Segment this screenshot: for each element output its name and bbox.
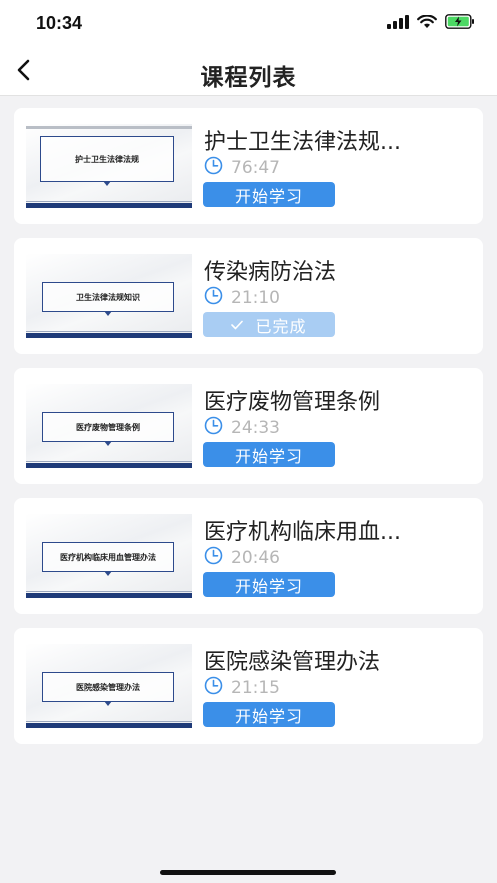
course-card[interactable]: 医疗废物管理条例 医疗废物管理条例 24:33 开始学习 bbox=[14, 368, 483, 484]
home-indicator[interactable] bbox=[160, 870, 336, 875]
course-thumbnail: 医疗废物管理条例 bbox=[26, 384, 192, 468]
clock-icon bbox=[204, 156, 223, 180]
thumbnail-title: 医疗机构临床用血管理办法 bbox=[42, 542, 174, 576]
duration-text: 20:46 bbox=[231, 548, 280, 568]
clock-icon bbox=[204, 676, 223, 700]
course-card[interactable]: 医疗机构临床用血管理办法 医疗机构临床用血... 20:46 开始学习 bbox=[14, 498, 483, 614]
course-title: 医疗废物管理条例 bbox=[204, 390, 381, 415]
wifi-icon bbox=[417, 14, 437, 33]
navigation-bar: 课程列表 bbox=[0, 50, 497, 96]
thumbnail-title: 医疗废物管理条例 bbox=[42, 412, 174, 446]
course-title: 医院感染管理办法 bbox=[204, 650, 381, 675]
page-title: 课程列表 bbox=[200, 65, 297, 91]
course-duration: 76:47 bbox=[204, 156, 280, 180]
checkmark-icon bbox=[231, 320, 244, 330]
course-title: 传染病防治法 bbox=[204, 260, 337, 285]
duration-text: 76:47 bbox=[231, 158, 280, 178]
status-time: 10:34 bbox=[36, 13, 83, 33]
start-learning-button[interactable]: 开始学习 bbox=[203, 182, 335, 207]
start-learning-button[interactable]: 开始学习 bbox=[203, 572, 335, 597]
course-thumbnail: 卫生法律法规知识 bbox=[26, 254, 192, 338]
start-learning-button[interactable]: 开始学习 bbox=[203, 702, 335, 727]
clock-icon bbox=[204, 286, 223, 310]
clock-icon bbox=[204, 416, 223, 440]
course-card[interactable]: 卫生法律法规知识 传染病防治法 21:10 已完成 bbox=[14, 238, 483, 354]
thumbnail-title: 卫生法律法规知识 bbox=[42, 282, 174, 316]
thumbnail-title: 护士卫生法律法规 bbox=[40, 136, 174, 186]
start-learning-button[interactable]: 开始学习 bbox=[203, 442, 335, 467]
battery-charging-icon bbox=[445, 14, 475, 33]
course-card[interactable]: 医院感染管理办法 医院感染管理办法 21:15 开始学习 bbox=[14, 628, 483, 744]
course-title: 医疗机构临床用血... bbox=[204, 520, 401, 545]
status-bar: 10:34 bbox=[0, 0, 497, 50]
completed-button[interactable]: 已完成 bbox=[203, 312, 335, 337]
course-thumbnail: 护士卫生法律法规 bbox=[26, 124, 192, 208]
duration-text: 21:10 bbox=[231, 288, 280, 308]
duration-text: 24:33 bbox=[231, 418, 280, 438]
course-duration: 20:46 bbox=[204, 546, 280, 570]
course-duration: 24:33 bbox=[204, 416, 280, 440]
course-duration: 21:10 bbox=[204, 286, 280, 310]
course-title: 护士卫生法律法规... bbox=[204, 130, 401, 155]
course-thumbnail: 医疗机构临床用血管理办法 bbox=[26, 514, 192, 598]
duration-text: 21:15 bbox=[231, 678, 280, 698]
thumbnail-title: 医院感染管理办法 bbox=[42, 672, 174, 706]
clock-icon bbox=[204, 546, 223, 570]
course-duration: 21:15 bbox=[204, 676, 280, 700]
course-thumbnail: 医院感染管理办法 bbox=[26, 644, 192, 728]
course-card[interactable]: 护士卫生法律法规 护士卫生法律法规... 76:47 开始学习 bbox=[14, 108, 483, 224]
status-icons bbox=[387, 14, 475, 33]
cellular-signal-icon bbox=[387, 14, 409, 33]
